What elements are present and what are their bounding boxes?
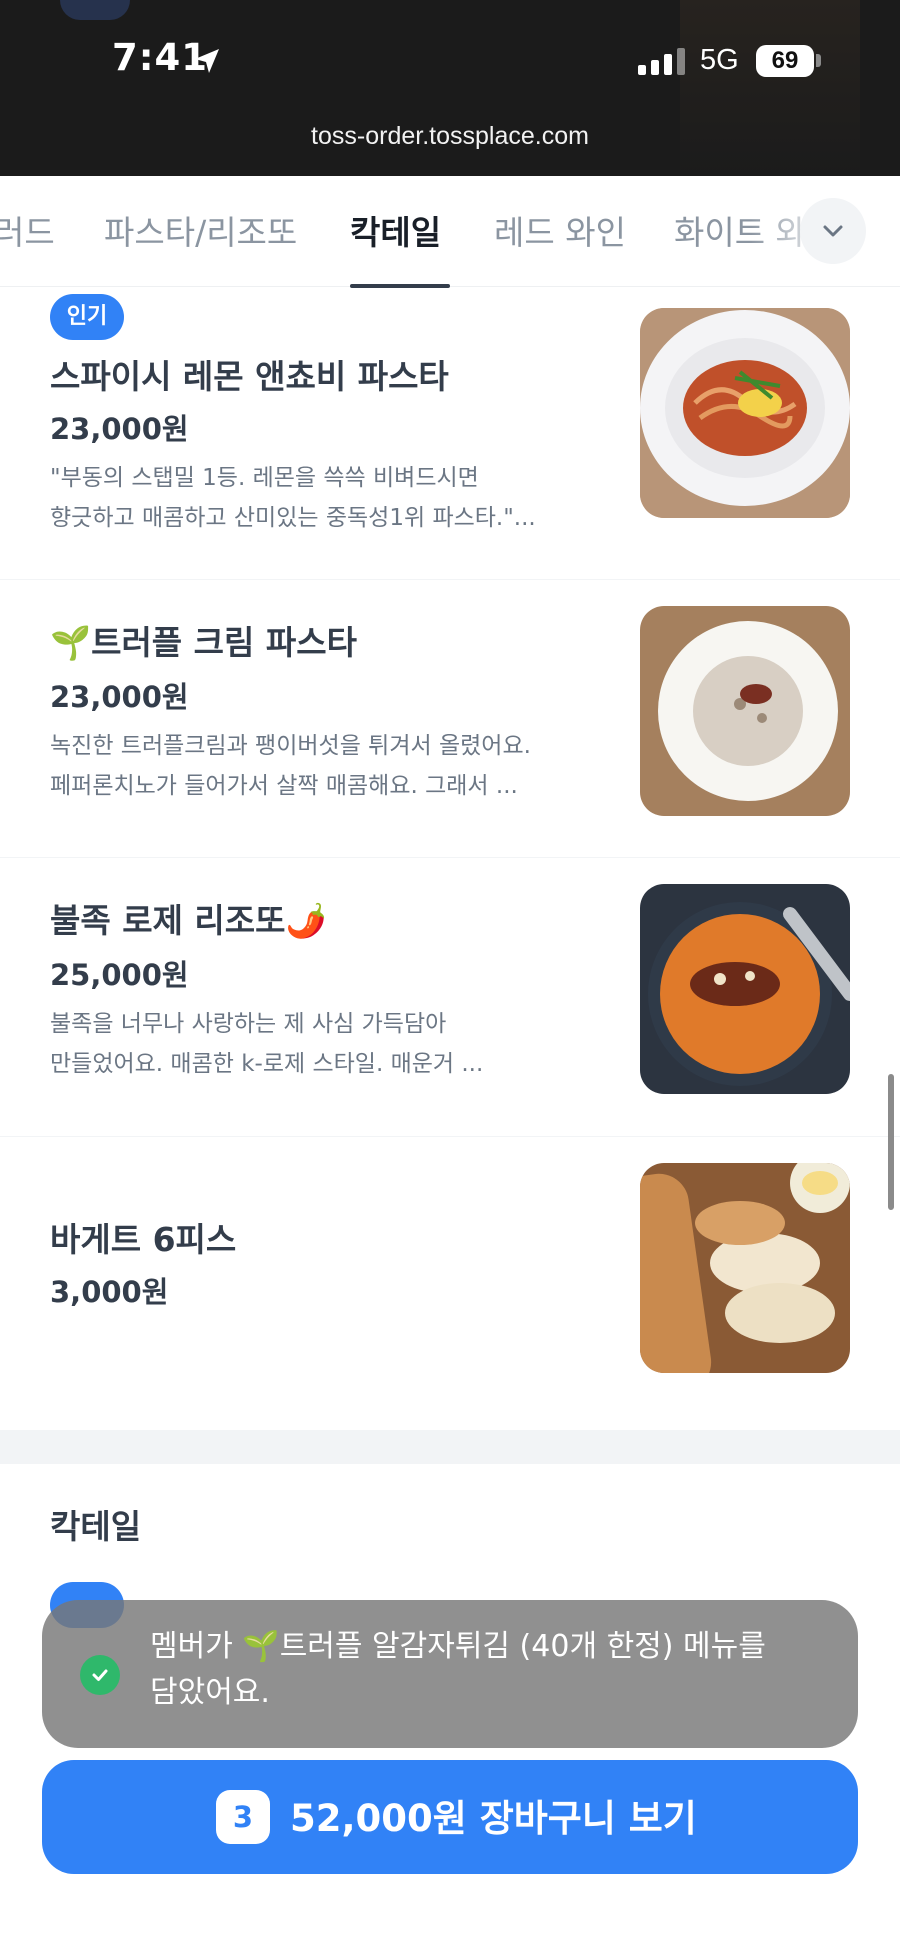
check-circle-icon: [80, 1655, 120, 1695]
menu-item-price: 23,000원: [50, 680, 189, 714]
menu-item-truffle-cream-pasta[interactable]: 🌱트러플 크림 파스타 23,000원 녹진한 트러플크림과 팽이버섯을 튀겨서…: [0, 580, 900, 858]
category-tabs: 러드 파스타/리조또 칵테일 레드 와인 화이트 와: [0, 176, 900, 288]
menu-item-name: 🌱트러플 크림 파스타: [50, 623, 357, 662]
menu-item-spicy-lemon-pasta[interactable]: 인기 스파이시 레몬 앤쵸비 파스타 23,000원 "부동의 스탭밀 1등. …: [0, 290, 900, 580]
description-line: "부동의 스탭밀 1등. 레몬을 쓱쓱 비벼드시면: [50, 465, 479, 491]
description-line: 녹진한 트러플크림과 팽이버섯을 튀겨서 올렸어요.: [50, 733, 531, 759]
active-tab-indicator: [350, 284, 450, 288]
browser-top-bar: 7:41 5G 69 toss-order.tossplace.com: [0, 0, 900, 176]
expand-categories-button[interactable]: [800, 198, 866, 264]
menu-item-name: 스파이시 레몬 앤쵸비 파스타: [50, 357, 449, 396]
menu-item-price: 3,000원: [50, 1275, 169, 1309]
tab-pasta-risotto[interactable]: 파스타/리조또: [104, 206, 297, 254]
location-arrow-icon: [195, 49, 219, 73]
toast-message: 멤버가 🌱트러플 알감자튀김 (40개 한정) 메뉴를 담았어요.: [150, 1629, 766, 1710]
cart-count-badge: 3: [216, 1790, 270, 1844]
description-line: 만들었어요. 매콤한 k-로제 스타일. 매운거 ...: [50, 1051, 484, 1077]
section-divider: [0, 1430, 900, 1464]
url-bar[interactable]: toss-order.tossplace.com: [0, 122, 900, 151]
tab-red-wine[interactable]: 레드 와인: [494, 206, 626, 254]
popular-badge: 인기: [50, 294, 124, 340]
section-title: 칵테일: [50, 1507, 142, 1546]
network-type: 5G: [700, 44, 739, 76]
cart-button-label: 52,000원 장바구니 보기: [290, 1797, 697, 1840]
view-cart-button[interactable]: 3 52,000원 장바구니 보기: [42, 1760, 858, 1874]
truffle-cream-pasta-image: [640, 606, 850, 816]
description-line: 향긋하고 매콤하고 산미있는 중독성1위 파스타."...: [50, 505, 536, 531]
menu-item-price: 23,000원: [50, 412, 189, 446]
tab-salad[interactable]: 러드: [0, 206, 55, 254]
menu-item-baguette[interactable]: 바게트 6피스 3,000원: [0, 1137, 900, 1430]
battery-cap: [816, 54, 821, 67]
spicy-lemon-pasta-image: [640, 308, 850, 518]
tab-cocktail[interactable]: 칵테일: [350, 206, 441, 254]
menu-item-description: 불족을 너무나 사랑하는 제 사심 가득담아 만들었어요. 매콤한 k-로제 스…: [50, 1004, 580, 1084]
menu-item-price: 25,000원: [50, 958, 189, 992]
scrollbar[interactable]: [888, 1074, 894, 1210]
rose-risotto-image: [640, 884, 850, 1094]
background-blur-shape: [60, 0, 130, 20]
description-line: 불족을 너무나 사랑하는 제 사심 가득담아: [50, 1011, 447, 1037]
battery-icon: 69: [756, 45, 814, 77]
menu-item-name: 불족 로제 리조또🌶️: [50, 901, 327, 940]
menu-item-description: "부동의 스탭밀 1등. 레몬을 쓱쓱 비벼드시면 향긋하고 매콤하고 산미있는…: [50, 458, 580, 538]
description-line: 페퍼론치노가 들어가서 살짝 매콤해요. 그래서 ...: [50, 773, 518, 799]
menu-item-name: 바게트 6피스: [50, 1220, 237, 1259]
menu-item-rose-risotto[interactable]: 불족 로제 리조또🌶️ 25,000원 불족을 너무나 사랑하는 제 사심 가득…: [0, 858, 900, 1137]
toast-notification: 멤버가 🌱트러플 알감자튀김 (40개 한정) 메뉴를 담았어요.: [42, 1600, 858, 1748]
menu-item-description: 녹진한 트러플크림과 팽이버섯을 튀겨서 올렸어요. 페퍼론치노가 들어가서 살…: [50, 726, 580, 806]
chevron-down-icon: [823, 225, 843, 237]
baguette-image: [640, 1163, 850, 1373]
signal-icon: [638, 48, 685, 75]
